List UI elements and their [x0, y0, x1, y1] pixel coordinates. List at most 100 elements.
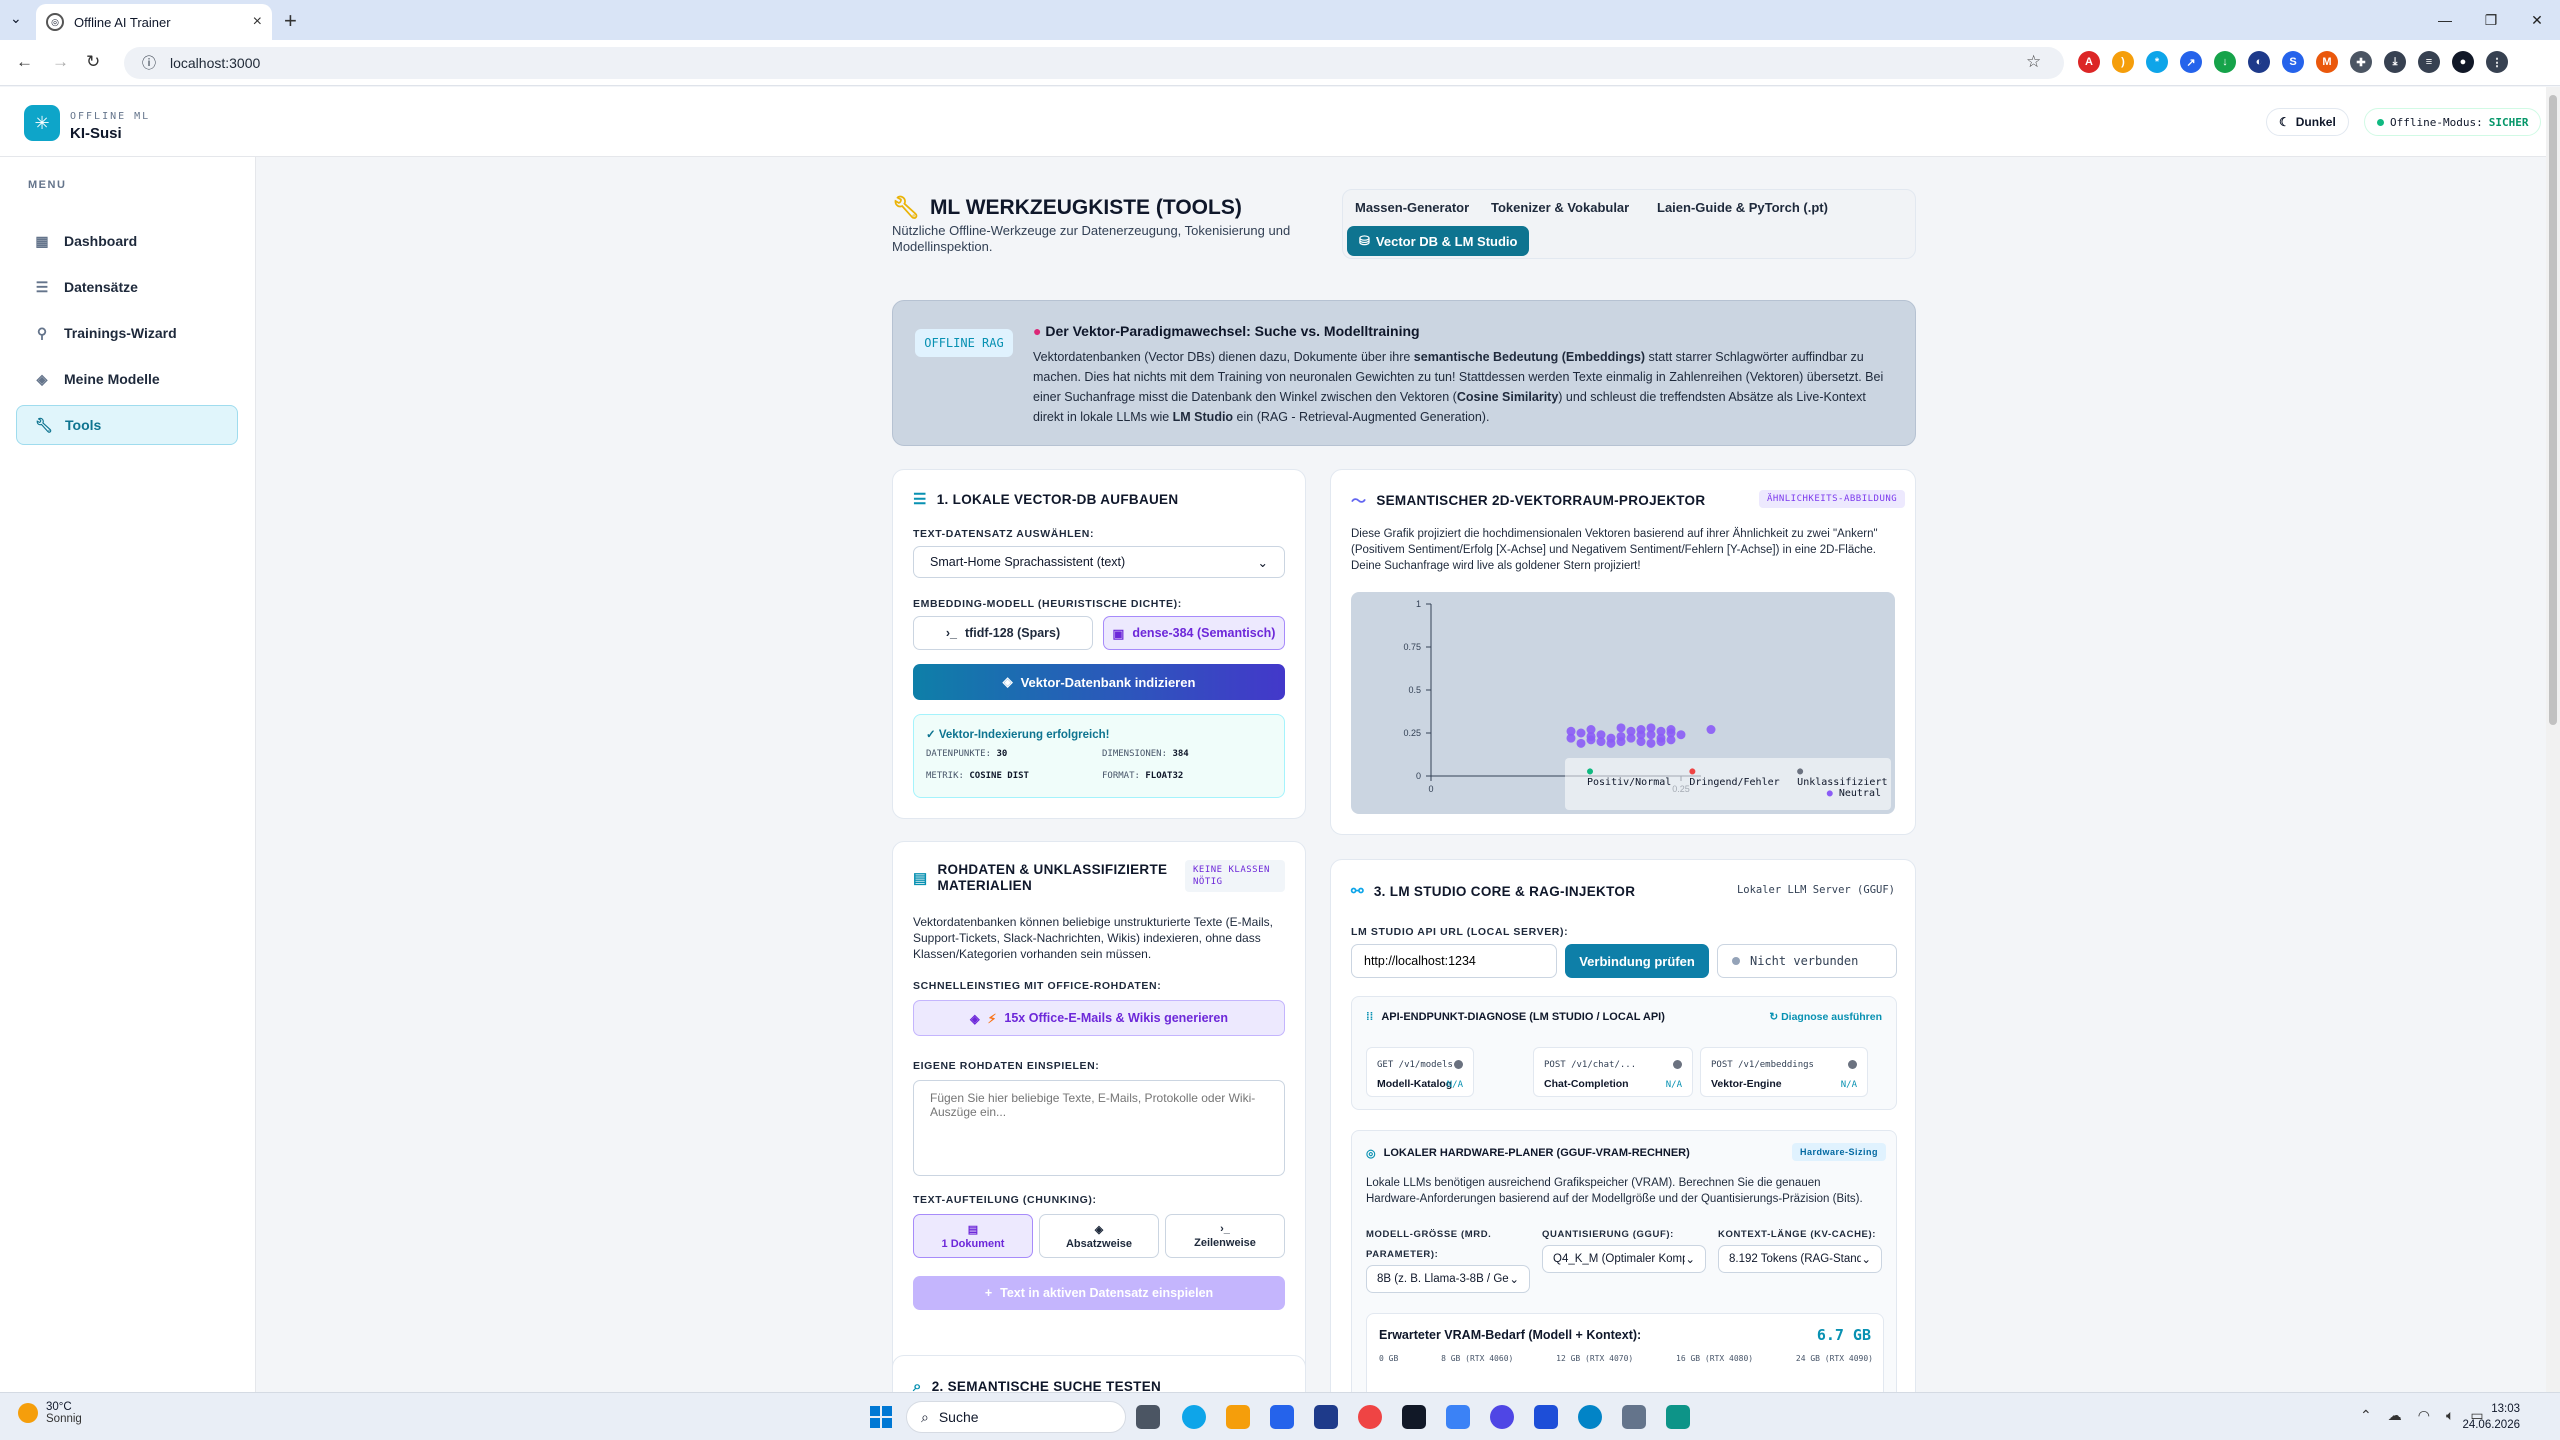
save-icon[interactable]	[1534, 1405, 1558, 1429]
quantization-select[interactable]: Q4_K_M (Optimaler Kompromiss) ⌄	[1542, 1245, 1706, 1273]
puzzle-icon[interactable]: ✚	[2350, 51, 2372, 73]
vram-tick: 12 GB (RTX 4070)	[1556, 1354, 1634, 1363]
cloud-icon[interactable]: ☁	[2388, 1407, 2402, 1424]
index-success: ✓ Vektor-Indexierung erfolgreich!	[926, 727, 1109, 741]
no-classes-badge: KEINE KLASSEN NÖTIG	[1185, 860, 1285, 892]
minimize-icon[interactable]: —	[2422, 0, 2468, 40]
terminal-app-icon[interactable]	[1622, 1405, 1646, 1429]
tab-tokenizer[interactable]: Tokenizer & Vokabular	[1491, 200, 1629, 215]
pen-icon[interactable]	[1446, 1405, 1470, 1429]
cpu-icon: ◎	[1366, 1148, 1376, 1160]
endpoint-path: POST /v1/embeddings	[1711, 1060, 1814, 1070]
layers-icon: ◈	[36, 370, 48, 387]
generate-office-data-button[interactable]: ◈ ⚡︎ 15x Office-E-Mails & Wikis generier…	[913, 1000, 1285, 1036]
sidebar-item-tools[interactable]: 🔧︎ Tools	[16, 405, 238, 445]
chevron-up-icon[interactable]: ⌃	[2360, 1407, 2372, 1424]
adblock-icon[interactable]: A	[2078, 51, 2100, 73]
connection-status-text: Nicht verbunden	[1750, 954, 1859, 968]
sidebar-item-datasets[interactable]: ☰ Datensätze	[16, 267, 238, 307]
api-url-label: LM STUDIO API URL (LOCAL SERVER):	[1351, 926, 1569, 938]
weather-widget[interactable]: 30°C Sonnig	[18, 1401, 82, 1425]
offline-status: SICHER	[2488, 115, 2529, 129]
embedding-option-tfidf[interactable]: ›_ tfidf-128 (Spars)	[913, 616, 1093, 650]
raw-data-textarea[interactable]	[913, 1080, 1285, 1176]
stat-key: METRIK:	[926, 771, 964, 781]
tab-mass-generator[interactable]: Massen-Generator	[1355, 200, 1469, 215]
reload-icon[interactable]: ↻	[86, 52, 100, 72]
profile-avatar-icon[interactable]: ●	[2452, 51, 2474, 73]
maximize-icon[interactable]: ❐	[2468, 0, 2514, 40]
model-size-select[interactable]: 8B (z. B. Llama-3-8B / Gemma) ⌄	[1366, 1265, 1530, 1293]
tab-list-icon[interactable]: ⌄	[10, 10, 22, 27]
app-icon[interactable]	[1490, 1405, 1514, 1429]
explorer-icon[interactable]	[1226, 1405, 1250, 1429]
shield-extension-icon[interactable]: S	[2282, 51, 2304, 73]
outlook-icon[interactable]	[1270, 1405, 1294, 1429]
chunk-option-document[interactable]: ▤ 1 Dokument	[913, 1214, 1033, 1258]
address-bar-row: ← → ↻ ⓘ localhost:3000 ☆ A ) * ↗ ↓ ◐ S M…	[0, 40, 2560, 86]
tab-pytorch-guide[interactable]: Laien-Guide & PyTorch (.pt)	[1657, 200, 1828, 215]
media-icon[interactable]: ≡	[2418, 51, 2440, 73]
legend-label: Neutral	[1838, 788, 1881, 799]
settings-app-icon[interactable]	[1666, 1405, 1690, 1429]
close-window-icon[interactable]: ✕	[2514, 0, 2560, 40]
bookmark-star-icon[interactable]: ☆	[2026, 52, 2041, 72]
clock[interactable]: 13:03 24.06.2026	[2462, 1401, 2520, 1433]
volume-icon[interactable]: 🔈︎	[2446, 1407, 2454, 1424]
wifi-icon[interactable]: ◠	[2418, 1407, 2430, 1424]
edge-icon[interactable]	[1182, 1405, 1206, 1429]
context-length-select[interactable]: 8.192 Tokens (RAG-Standard) ⌄	[1718, 1245, 1882, 1273]
data-point	[1576, 728, 1586, 738]
site-info-icon[interactable]: ⓘ	[142, 53, 156, 73]
index-success-text: Vektor-Indexierung erfolgreich!	[938, 729, 1110, 741]
metamask-icon[interactable]: M	[2316, 51, 2338, 73]
task-view-icon[interactable]	[1136, 1405, 1160, 1429]
check-connection-button[interactable]: Verbindung prüfen	[1565, 944, 1709, 978]
forward-icon[interactable]: →	[52, 52, 69, 72]
rss-icon[interactable]: )	[2112, 51, 2134, 73]
api-url-input[interactable]	[1351, 944, 1557, 978]
scrollbar-thumb[interactable]	[2549, 95, 2557, 725]
index-vector-db-button[interactable]: ◈ Vektor-Datenbank indizieren	[913, 664, 1285, 700]
dark-mode-button[interactable]: ☾ Dunkel	[2266, 108, 2349, 136]
rag-text-part: Vektordatenbanken (Vector DBs) dienen da…	[1033, 350, 1414, 364]
extension-icon[interactable]: ↗	[2180, 51, 2202, 73]
tab-vector-db[interactable]: ⛁ Vector DB & LM Studio	[1347, 226, 1530, 256]
vector-db-title: ☰ 1. LOKALE VECTOR-DB AUFBAUEN	[913, 490, 1178, 508]
start-icon[interactable]	[870, 1406, 892, 1428]
legend-item-positive: ● Positiv/Normal	[1587, 766, 1675, 788]
store-icon[interactable]	[1314, 1405, 1338, 1429]
tab-close-icon[interactable]: ×	[253, 13, 262, 31]
new-tab-icon[interactable]: +	[284, 8, 297, 34]
sidebar-item-training-wizard[interactable]: ⚲ Trainings-Wizard	[16, 313, 238, 353]
taskbar-search[interactable]: ⌕ Suche	[906, 1401, 1126, 1433]
browser-menu-icon[interactable]: ⋮	[2486, 51, 2508, 73]
data-point	[1566, 726, 1576, 736]
github-icon[interactable]	[1402, 1405, 1426, 1429]
page-scrollbar[interactable]	[2546, 87, 2560, 1392]
sidebar-item-my-models[interactable]: ◈ Meine Modelle	[16, 359, 238, 399]
chunk-option-line[interactable]: ›_ Zeilenweise	[1165, 1214, 1285, 1258]
stat-key: DIMENSIONEN:	[1102, 749, 1168, 759]
react-icon[interactable]: *	[2146, 51, 2168, 73]
hw-badge: Hardware-Sizing	[1791, 1143, 1886, 1161]
app-header: ✳ OFFLINE ML KI-Susi ☾ Dunkel Offline-Mo…	[0, 87, 2546, 157]
submit-raw-data-button[interactable]: + Text in aktiven Datensatz einspielen	[913, 1276, 1285, 1310]
own-data-label: EIGENE ROHDATEN EINSPIELEN:	[913, 1060, 1100, 1072]
chrome-icon[interactable]	[1358, 1405, 1382, 1429]
status-dot-icon	[1848, 1060, 1857, 1069]
legend-dot: ●	[1689, 766, 1696, 777]
vpn-icon[interactable]: ◐	[2248, 51, 2270, 73]
api-diagnosis-panel: ⁞⁞ API-ENDPUNKT-DIAGNOSE (LM STUDIO / LOC…	[1351, 996, 1897, 1110]
url-bar[interactable]: ⓘ localhost:3000	[124, 47, 2064, 79]
sidebar-item-dashboard[interactable]: ▦ Dashboard	[16, 221, 238, 261]
embedding-option-dense[interactable]: ▣ dense-384 (Semantisch)	[1103, 616, 1285, 650]
run-diagnosis-button[interactable]: ↻ Diagnose ausführen	[1769, 1011, 1882, 1023]
downloads-icon[interactable]: ⤓	[2384, 51, 2406, 73]
download-extension-icon[interactable]: ↓	[2214, 51, 2236, 73]
chunk-option-paragraph[interactable]: ◈ Absatzweise	[1039, 1214, 1159, 1258]
dataset-select[interactable]: Smart-Home Sprachassistent (text) ⌄	[913, 546, 1285, 578]
browser-tab[interactable]: ◎ Offline AI Trainer ×	[36, 4, 272, 40]
browser-app-icon[interactable]	[1578, 1405, 1602, 1429]
back-icon[interactable]: ←	[16, 52, 33, 72]
